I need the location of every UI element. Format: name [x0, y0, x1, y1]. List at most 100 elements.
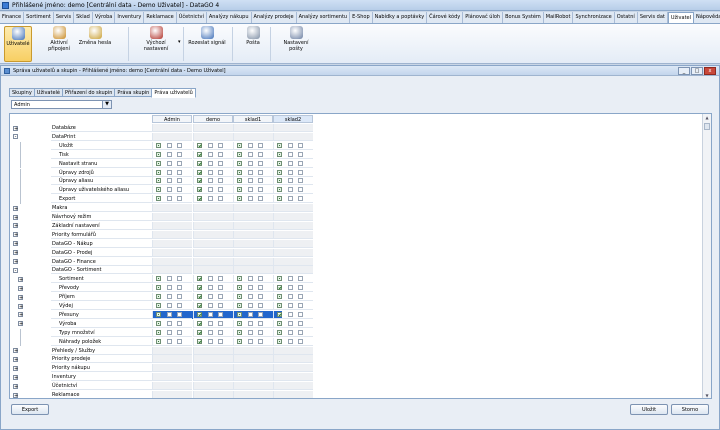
column-header-0[interactable]: Admin — [152, 115, 192, 123]
expand-icon[interactable]: + — [13, 214, 18, 220]
permission-checkbox[interactable] — [167, 320, 172, 326]
expand-icon[interactable]: + — [13, 241, 18, 247]
permission-checkbox[interactable] — [167, 303, 172, 308]
expand-icon[interactable]: + — [18, 303, 23, 309]
permission-checkbox[interactable] — [277, 169, 282, 175]
permission-checkbox[interactable] — [197, 285, 202, 291]
permission-checkbox[interactable] — [156, 276, 161, 282]
sub-tab-3[interactable]: Práva skupin — [114, 88, 153, 97]
tree-row-label[interactable]: DataGO - Nákup — [51, 240, 152, 248]
tree-row-label[interactable]: Výdej — [51, 302, 152, 310]
permission-checkbox[interactable] — [298, 178, 303, 184]
permission-checkbox[interactable] — [277, 151, 282, 157]
expand-icon[interactable]: + — [13, 250, 18, 256]
permission-checkbox[interactable] — [237, 196, 242, 202]
permission-checkbox[interactable] — [218, 329, 223, 335]
permission-checkbox[interactable] — [258, 311, 263, 317]
vertical-scrollbar[interactable]: ▲ ▼ — [702, 114, 711, 398]
permission-checkbox[interactable] — [288, 178, 293, 184]
permission-checkbox[interactable] — [258, 294, 263, 300]
permission-checkbox[interactable] — [248, 276, 253, 282]
permission-checkbox[interactable] — [258, 169, 263, 175]
permission-checkbox[interactable] — [258, 196, 263, 202]
permission-checkbox[interactable] — [258, 160, 263, 166]
permission-checkbox[interactable] — [277, 178, 282, 184]
permission-checkbox[interactable] — [248, 320, 253, 326]
permission-checkbox[interactable] — [258, 285, 263, 291]
chevron-down-icon[interactable]: ▼ — [102, 101, 111, 108]
permission-checkbox[interactable] — [237, 294, 242, 300]
permission-checkbox[interactable] — [177, 311, 182, 317]
tree-row-label[interactable]: Export — [51, 195, 152, 204]
permission-checkbox[interactable] — [177, 276, 182, 282]
permission-checkbox[interactable] — [156, 311, 161, 317]
tree-row-label[interactable]: Základní nastavení — [51, 222, 152, 230]
permission-checkbox[interactable] — [237, 142, 242, 148]
menu-tab-4[interactable]: Výroba — [93, 12, 116, 23]
permission-checkbox[interactable] — [208, 329, 213, 335]
permission-checkbox[interactable] — [197, 311, 202, 317]
permission-checkbox[interactable] — [218, 338, 223, 344]
permission-checkbox[interactable] — [298, 329, 303, 335]
permission-checkbox[interactable] — [258, 276, 263, 282]
permission-checkbox[interactable] — [248, 338, 253, 344]
permission-checkbox[interactable] — [177, 285, 182, 291]
ribbon-button-5[interactable]: Pošta — [236, 26, 270, 62]
menu-tab-8[interactable]: Analýzy nákupu — [207, 12, 252, 23]
menu-tab-18[interactable]: Ostatní — [615, 12, 638, 23]
sub-tab-0[interactable]: Skupiny — [9, 88, 35, 97]
expand-icon[interactable]: + — [18, 312, 23, 318]
permission-checkbox[interactable] — [248, 294, 253, 300]
permission-checkbox[interactable] — [288, 320, 293, 326]
permission-checkbox[interactable] — [208, 178, 213, 184]
collapse-icon[interactable]: - — [13, 267, 18, 273]
permission-checkbox[interactable] — [208, 285, 213, 291]
tree-row-label[interactable]: Sortiment — [51, 275, 152, 284]
permission-checkbox[interactable] — [197, 276, 202, 282]
expand-icon[interactable]: + — [18, 294, 23, 300]
permission-checkbox[interactable] — [298, 311, 303, 317]
tree-row-label[interactable]: Náhrady položek — [51, 338, 152, 346]
permission-checkbox[interactable] — [167, 196, 172, 202]
expand-icon[interactable]: + — [13, 125, 18, 131]
permission-checkbox[interactable] — [258, 329, 263, 335]
permission-checkbox[interactable] — [288, 196, 293, 202]
expand-icon[interactable]: + — [13, 392, 18, 398]
permission-checkbox[interactable] — [197, 303, 202, 308]
ribbon-button-0[interactable]: Uživatelé — [4, 26, 32, 62]
permission-checkbox[interactable] — [288, 276, 293, 282]
permission-checkbox[interactable] — [298, 338, 303, 344]
permission-checkbox[interactable] — [167, 338, 172, 344]
permission-checkbox[interactable] — [208, 303, 213, 308]
permission-checkbox[interactable] — [298, 187, 303, 193]
permission-checkbox[interactable] — [197, 294, 202, 300]
permission-checkbox[interactable] — [156, 338, 161, 344]
tree-row-label[interactable]: Nastavit stranu — [51, 160, 152, 168]
permission-checkbox[interactable] — [258, 142, 263, 148]
permission-checkbox[interactable] — [277, 338, 282, 344]
permission-checkbox[interactable] — [248, 196, 253, 202]
expand-icon[interactable]: + — [13, 259, 18, 265]
permission-checkbox[interactable] — [237, 276, 242, 282]
permission-checkbox[interactable] — [218, 320, 223, 326]
expand-icon[interactable]: + — [13, 205, 18, 211]
menu-tab-6[interactable]: Reklamace — [144, 12, 177, 23]
permission-checkbox[interactable] — [197, 187, 202, 193]
expand-icon[interactable]: + — [13, 383, 18, 389]
permission-checkbox[interactable] — [156, 178, 161, 184]
permission-checkbox[interactable] — [167, 276, 172, 282]
permission-checkbox[interactable] — [277, 187, 282, 193]
tree-row-label[interactable]: Úpravy aliasu — [51, 177, 152, 186]
ribbon-button-6[interactable]: Nastavení pošty — [276, 26, 316, 62]
tree-row-label[interactable]: Typy množství — [51, 329, 152, 337]
export-button[interactable]: Export — [11, 404, 49, 415]
ribbon-button-3[interactable]: Výchozí nastavení — [134, 26, 178, 62]
permission-checkbox[interactable] — [288, 187, 293, 193]
permission-checkbox[interactable] — [248, 187, 253, 193]
permission-checkbox[interactable] — [248, 169, 253, 175]
permission-checkbox[interactable] — [167, 178, 172, 184]
permission-checkbox[interactable] — [277, 311, 282, 317]
permission-checkbox[interactable] — [177, 320, 182, 326]
menu-tab-14[interactable]: Plánovač úloh — [463, 12, 504, 23]
permission-checkbox[interactable] — [167, 142, 172, 148]
